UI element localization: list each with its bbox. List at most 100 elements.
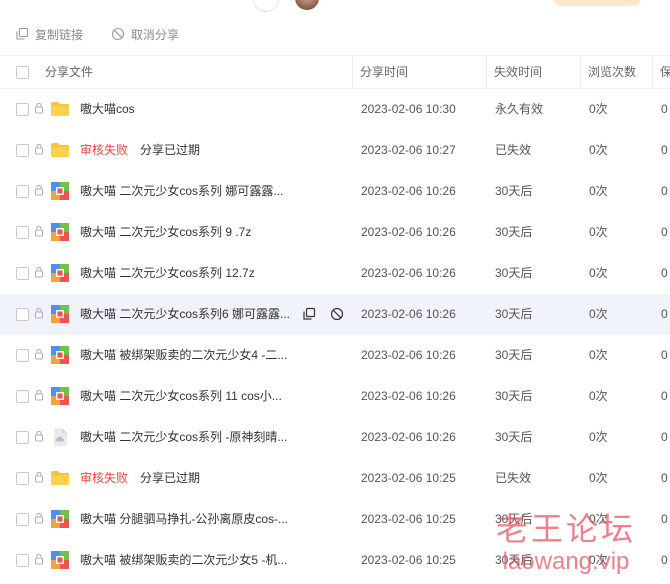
file-name-text: 嗷大喵 二次元少女cos系列 12.7z [80, 266, 255, 280]
view-count: 0次 [589, 102, 608, 116]
file-name-text: 嗷大喵cos [80, 102, 135, 116]
table-row[interactable]: 嗷大喵 分腿驷马挣扎-公孙离原皮cos-... 2023-02-06 10:25 3… [0, 499, 670, 540]
table-row[interactable]: 嗷大喵 二次元少女cos系列 9 .7z 2023-02-06 10:26 30天后… [0, 212, 670, 253]
view-count: 0次 [589, 348, 608, 362]
audit-failed-label: 审核失败 [80, 143, 129, 157]
table-row[interactable]: 嗷大喵cos 2023-02-06 10:30 永久有效 0次 0 [0, 89, 670, 130]
table-row[interactable]: 嗷大喵 二次元少女cos系列 娜可露露... 2023-02-06 10:26 30… [0, 171, 670, 212]
archive-icon [50, 263, 70, 283]
table-row[interactable]: 嗷大喵 二次元少女cos系列 12.7z 2023-02-06 10:26 30天后… [0, 253, 670, 294]
view-count: 0次 [589, 389, 608, 403]
expire-time: 30天后 [495, 225, 533, 239]
file-name[interactable]: 嗷大喵cos [80, 89, 135, 129]
header-save[interactable]: 保 [652, 56, 670, 88]
cloud-file-icon [50, 427, 70, 447]
archive-icon [50, 222, 70, 242]
file-name[interactable]: 嗷大喵 二次元少女cos系列 娜可露露... [80, 171, 283, 211]
expire-time: 已失效 [495, 471, 532, 485]
file-name[interactable]: 嗷大喵 二次元少女cos系列 11 cos小... [80, 376, 282, 416]
row-checkbox[interactable] [16, 390, 29, 403]
cancel-share-button[interactable]: 取消分享 [111, 22, 179, 46]
row-checkbox[interactable] [16, 308, 29, 321]
row-checkbox[interactable] [16, 144, 29, 157]
row-checkbox[interactable] [16, 185, 29, 198]
view-count: 0次 [589, 266, 608, 280]
share-time: 2023-02-06 10:26 [361, 266, 456, 280]
file-name[interactable]: 审核失败 分享已过期 [80, 130, 200, 170]
cancel-share-label: 取消分享 [131, 27, 180, 42]
file-name[interactable]: 嗷大喵 二次元少女cos系列6 娜可露露... [80, 294, 290, 334]
lock-icon [34, 266, 44, 278]
table-row[interactable]: 嗷大喵 被绑架贩卖的二次元少女4 -二... 2023-02-06 10:26 30… [0, 335, 670, 376]
share-time: 2023-02-06 10:26 [361, 225, 456, 239]
table-row[interactable]: 嗷大喵 被绑架贩卖的二次元少女5 -机... 2023-02-06 10:25 30… [0, 540, 670, 581]
share-time: 2023-02-06 10:30 [361, 102, 456, 116]
copy-icon[interactable] [302, 307, 316, 321]
file-name[interactable]: 嗷大喵 被绑架贩卖的二次元少女4 -二... [80, 335, 287, 375]
save-count: 0 [661, 143, 668, 157]
header-views[interactable]: 浏览次数 [580, 56, 658, 88]
expire-time: 30天后 [495, 307, 533, 321]
copy-link-button[interactable]: 复制链接 [15, 22, 83, 46]
top-bar [0, 0, 670, 12]
file-name[interactable]: 嗷大喵 被绑架贩卖的二次元少女5 -机... [80, 540, 287, 580]
archive-icon [50, 345, 70, 365]
file-name[interactable]: 嗷大喵 分腿驷马挣扎-公孙离原皮cos-... [80, 499, 288, 539]
copy-link-label: 复制链接 [35, 27, 84, 42]
top-circle-button[interactable] [253, 0, 279, 12]
lock-icon [34, 225, 44, 237]
row-checkbox[interactable] [16, 349, 29, 362]
folder-icon [50, 468, 70, 488]
folder-icon [50, 99, 70, 119]
table-row[interactable]: 审核失败 分享已过期 2023-02-06 10:27 已失效 0次 0 [0, 130, 670, 171]
lock-icon [34, 471, 44, 483]
save-count: 0 [661, 266, 668, 280]
row-checkbox[interactable] [16, 472, 29, 485]
share-table: 分享文件 分享时间 失效时间 浏览次数 保 嗷大喵cos 2023-02-06 1… [0, 55, 670, 581]
header-share-time[interactable]: 分享时间 [352, 56, 492, 88]
save-count: 0 [661, 471, 668, 485]
table-row[interactable]: 嗷大喵 二次元少女cos系列6 娜可露露... 2023-02-06 10:26 3… [0, 294, 670, 335]
share-time: 2023-02-06 10:25 [361, 512, 456, 526]
table-row[interactable]: 嗷大喵 二次元少女cos系列 11 cos小... 2023-02-06 10:2… [0, 376, 670, 417]
expire-time: 30天后 [495, 348, 533, 362]
expire-time: 30天后 [495, 389, 533, 403]
row-checkbox[interactable] [16, 226, 29, 239]
header-expire-time[interactable]: 失效时间 [486, 56, 586, 88]
row-checkbox[interactable] [16, 513, 29, 526]
lock-icon [34, 184, 44, 196]
top-action-button[interactable] [552, 0, 642, 6]
file-name-text: 嗷大喵 被绑架贩卖的二次元少女4 -二... [80, 348, 288, 362]
expire-time: 30天后 [495, 512, 533, 526]
lock-icon [34, 102, 44, 114]
file-name-text: 嗷大喵 二次元少女cos系列 9 .7z [80, 225, 252, 239]
share-time: 2023-02-06 10:26 [361, 307, 456, 321]
save-count: 0 [661, 389, 668, 403]
share-time: 2023-02-06 10:26 [361, 348, 456, 362]
row-checkbox[interactable] [16, 103, 29, 116]
view-count: 0次 [589, 225, 608, 239]
file-name-text: 嗷大喵 二次元少女cos系列 11 cos小... [80, 389, 282, 403]
view-count: 0次 [589, 553, 608, 567]
file-name[interactable]: 审核失败 分享已过期 [80, 458, 200, 498]
share-time: 2023-02-06 10:25 [361, 471, 456, 485]
table-row[interactable]: 审核失败 分享已过期 2023-02-06 10:25 已失效 0次 0 [0, 458, 670, 499]
avatar[interactable] [295, 0, 319, 10]
lock-icon [34, 430, 44, 442]
row-actions [302, 307, 344, 321]
ban-icon[interactable] [330, 307, 344, 321]
file-name[interactable]: 嗷大喵 二次元少女cos系列 -原神刻晴... [80, 417, 287, 457]
save-count: 0 [661, 225, 668, 239]
expire-time: 30天后 [495, 266, 533, 280]
archive-icon [50, 304, 70, 324]
row-checkbox[interactable] [16, 431, 29, 444]
file-name[interactable]: 嗷大喵 二次元少女cos系列 9 .7z [80, 212, 251, 252]
row-checkbox[interactable] [16, 554, 29, 567]
file-name-text: 嗷大喵 二次元少女cos系列6 娜可露露... [80, 307, 291, 321]
table-row[interactable]: 嗷大喵 二次元少女cos系列 -原神刻晴... 2023-02-06 10:26 3… [0, 417, 670, 458]
file-name[interactable]: 嗷大喵 二次元少女cos系列 12.7z [80, 253, 255, 293]
header-file[interactable]: 分享文件 [45, 56, 93, 88]
row-checkbox[interactable] [16, 267, 29, 280]
select-all-checkbox[interactable] [16, 66, 29, 79]
save-count: 0 [661, 307, 668, 321]
